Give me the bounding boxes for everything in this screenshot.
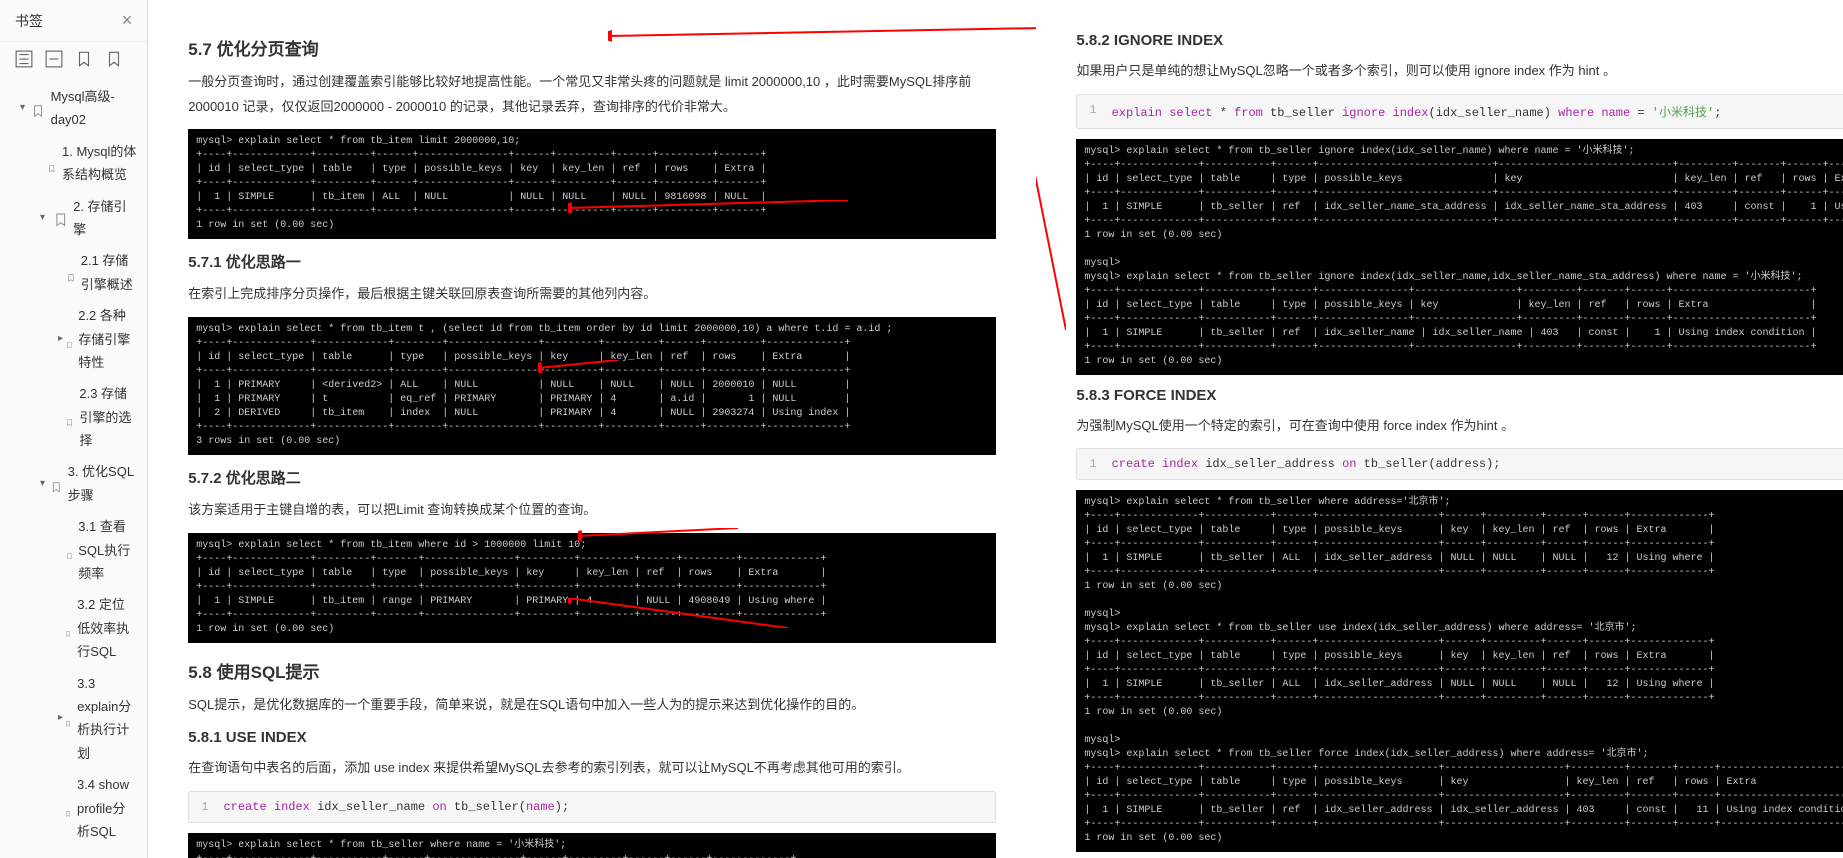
terminal-5-8-2: mysql> explain select * from tb_seller i… [1076, 139, 1843, 375]
tree-item[interactable]: 3.4 show profile分析SQL [0, 769, 147, 847]
code-5-8-2: 1explain select * from tb_seller ignore … [1076, 94, 1843, 129]
bookmark2-icon[interactable] [105, 50, 123, 68]
sidebar-header: 书签 × [0, 0, 147, 42]
para-5-8-1: 在查询语句中表名的后面，添加 use index 来提供希望MySQL去参考的索… [188, 756, 996, 781]
tree-item[interactable]: 1. Mysql的体系结构概览 [0, 136, 147, 191]
caret-icon[interactable]: ▸ [58, 330, 64, 348]
caret-icon[interactable]: ▸ [58, 709, 63, 727]
bookmark-item-icon [66, 410, 73, 424]
tree-item-label: 2.2 各种存储引擎特性 [78, 304, 137, 374]
bookmark-item-icon [51, 477, 62, 491]
terminal-5-7-1: mysql> explain select * from tb_item t ,… [188, 317, 996, 455]
tree-item[interactable]: 2.3 存储引擎的选择 [0, 378, 147, 456]
heading-5-7-1: 5.7.1 优化思路一 [188, 251, 996, 272]
heading-5-8-2: 5.8.2 IGNORE INDEX [1076, 32, 1843, 49]
para-5-8: SQL提示，是优化数据库的一个重要手段，简单来说，就是在SQL语句中加入一些人为… [188, 693, 996, 718]
caret-icon[interactable]: ▾ [20, 99, 30, 117]
tree-item[interactable]: 3.5 trace分析优化器执行计划 [0, 847, 147, 858]
left-column: 5.7 优化分页查询 一般分页查询时，通过创建覆盖索引能够比较好地提高性能。一个… [148, 0, 1036, 858]
tree-item-label: 3.2 定位低效率执行SQL [77, 593, 137, 663]
heading-5-8-3: 5.8.3 FORCE INDEX [1076, 387, 1843, 404]
heading-5-7-2: 5.7.2 优化思路二 [188, 467, 996, 488]
bookmark-item-icon [66, 332, 73, 346]
terminal-5-8-1: mysql> explain select * from tb_seller w… [188, 833, 996, 858]
expand-icon[interactable] [15, 50, 33, 68]
code-5-8-1: 1create index idx_seller_name on tb_sell… [188, 791, 996, 823]
bookmarks-sidebar: 书签 × ▾ Mysql高级-day02 1. Mysql的体系结构概览 ▾ 2. 存储… [0, 0, 148, 858]
close-icon[interactable]: × [122, 10, 133, 31]
bookmark-item-icon [65, 801, 71, 815]
tree-item-label: 2. 存储引擎 [73, 195, 137, 242]
tree-item-label: 3.4 show profile分析SQL [77, 773, 137, 843]
caret-icon[interactable]: ▾ [40, 209, 52, 227]
para-5-8-3: 为强制MySQL使用一个特定的索引，可在查询中使用 force index 作为… [1076, 414, 1843, 439]
tree-item[interactable]: ▾ Mysql高级-day02 [0, 81, 147, 136]
tree-item[interactable]: 3.1 查看SQL执行频率 [0, 511, 147, 589]
tree-item[interactable]: 3.2 定位低效率执行SQL [0, 589, 147, 667]
bookmark-icon[interactable] [75, 50, 93, 68]
content-area: 5.7 优化分页查询 一般分页查询时，通过创建覆盖索引能够比较好地提高性能。一个… [148, 0, 1843, 858]
para-5-7: 一般分页查询时，通过创建覆盖索引能够比较好地提高性能。一个常见又非常头疼的问题就… [188, 70, 996, 119]
collapse-icon[interactable] [45, 50, 63, 68]
right-column: 5.8.2 IGNORE INDEX 如果用户只是单纯的想让MySQL忽略一个或… [1036, 0, 1843, 858]
tree-item-label: 3.5 trace分析优化器执行计划 [76, 851, 138, 858]
tree-item[interactable]: ▾ 2. 存储引擎 [0, 191, 147, 246]
tree-item-label: Mysql高级-day02 [51, 85, 138, 132]
tree-item-label: 3.1 查看SQL执行频率 [78, 515, 137, 585]
para-5-7-2: 该方案适用于主键自增的表，可以把Limit 查询转换成某个位置的查询。 [188, 498, 996, 523]
bookmark-item-icon [54, 211, 68, 225]
heading-5-7: 5.7 优化分页查询 [188, 35, 996, 60]
bookmark-item-icon [48, 156, 56, 170]
terminal-5-7: mysql> explain select * from tb_item lim… [188, 129, 996, 239]
tree-item-label: 1. Mysql的体系结构概览 [62, 140, 137, 187]
tree-item[interactable]: ▸ 2.2 各种存储引擎特性 [0, 300, 147, 378]
code-5-8-3: 1create index idx_seller_address on tb_s… [1076, 448, 1843, 480]
tree-item-label: 3. 优化SQL步骤 [68, 460, 138, 507]
para-5-7-1: 在索引上完成排序分页操作，最后根据主键关联回原表查询所需要的其他列内容。 [188, 282, 996, 307]
tree-item-label: 2.3 存储引擎的选择 [79, 382, 137, 452]
bookmark-tree: ▾ Mysql高级-day02 1. Mysql的体系结构概览 ▾ 2. 存储引擎 2.1… [0, 76, 147, 858]
sidebar-title: 书签 [15, 11, 43, 31]
tree-item[interactable]: 2.1 存储引擎概述 [0, 245, 147, 300]
bookmark-item-icon [67, 266, 75, 280]
heading-5-8: 5.8 使用SQL提示 [188, 658, 996, 683]
sidebar-toolbar [0, 42, 147, 76]
tree-item-label: 2.1 存储引擎概述 [81, 249, 138, 296]
bookmark-item-icon [65, 711, 71, 725]
heading-5-8-1: 5.8.1 USE INDEX [188, 729, 996, 746]
bookmark-item-icon [65, 622, 71, 636]
bookmark-item-icon [66, 543, 73, 557]
tree-item[interactable]: ▸ 3.3 explain分析执行计划 [0, 668, 147, 770]
tree-item[interactable]: ▾ 3. 优化SQL步骤 [0, 456, 147, 511]
tree-item-label: 3.3 explain分析执行计划 [77, 672, 137, 766]
caret-icon[interactable]: ▾ [40, 475, 49, 493]
terminal-5-7-2: mysql> explain select * from tb_item whe… [188, 533, 996, 643]
bookmark-item-icon [32, 101, 44, 115]
para-5-8-2: 如果用户只是单纯的想让MySQL忽略一个或者多个索引，则可以使用 ignore … [1076, 59, 1843, 84]
terminal-5-8-3: mysql> explain select * from tb_seller w… [1076, 490, 1843, 852]
